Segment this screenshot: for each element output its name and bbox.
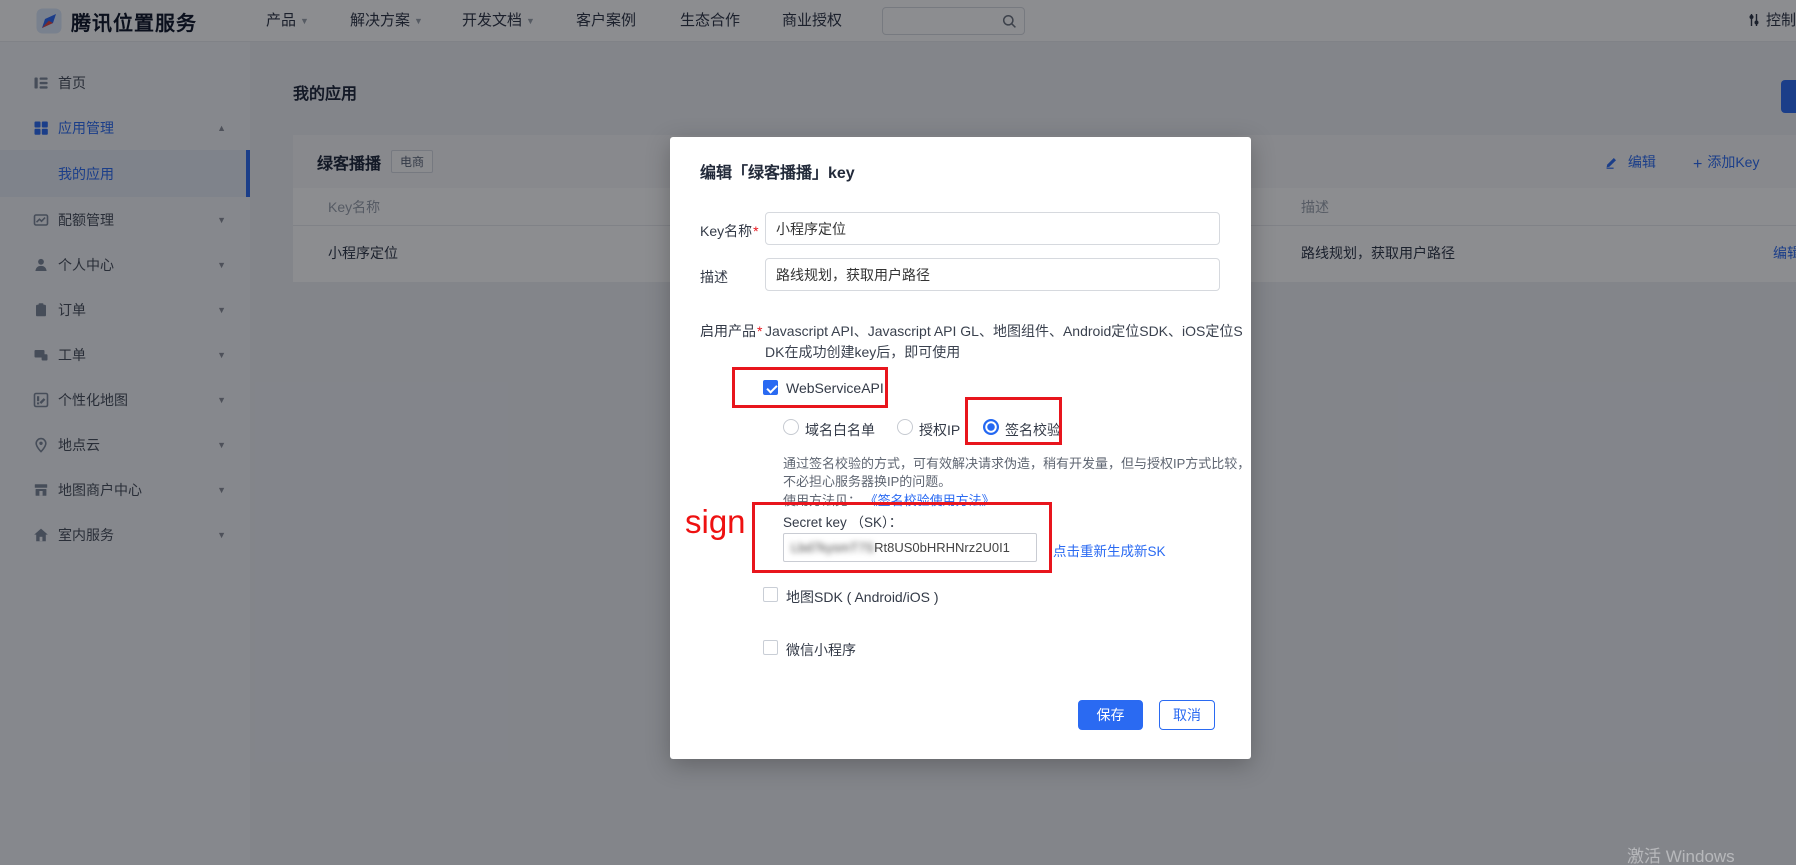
signature-help-line3: 使用方法见： 《签名校验使用方法》 xyxy=(783,490,995,509)
secret-key-input[interactable]: Lbd7kysmT7SRt8US0bHRHNrz2U0I1 xyxy=(783,533,1037,562)
signature-usage-doc-link[interactable]: 《签名校验使用方法》 xyxy=(865,493,995,508)
authorized-ip-radio[interactable] xyxy=(897,419,913,435)
desc-label: 描述 xyxy=(700,267,728,287)
save-button[interactable]: 保存 xyxy=(1078,700,1143,730)
signature-verify-label[interactable]: 签名校验 xyxy=(1005,420,1061,440)
required-asterisk: * xyxy=(757,323,762,339)
annotation-sign-text: sign xyxy=(685,503,746,541)
wechat-miniprogram-label[interactable]: 微信小程序 xyxy=(786,640,856,660)
wechat-miniprogram-checkbox[interactable] xyxy=(763,640,778,655)
cancel-button[interactable]: 取消 xyxy=(1159,700,1215,730)
signature-help-line2: 不必担心服务器换IP的问题。 xyxy=(783,471,951,490)
secret-key-label: Secret key （SK）： xyxy=(783,511,902,531)
domain-whitelist-radio[interactable] xyxy=(783,419,799,435)
domain-whitelist-label[interactable]: 域名白名单 xyxy=(805,420,875,440)
signature-help-line1: 通过签名校验的方式，可有效解决请求伪造，稍有开发量，但与授权IP方式比较， xyxy=(783,453,1250,472)
key-name-label: Key名称* xyxy=(700,221,759,241)
webservice-api-checkbox[interactable] xyxy=(763,380,778,395)
regenerate-sk-link[interactable]: 点击重新生成新SK xyxy=(1053,540,1166,560)
edit-key-modal: 编辑「绿客播播」key Key名称* 描述 启用产品* Javascript A… xyxy=(670,137,1251,759)
required-asterisk: * xyxy=(753,223,758,239)
key-name-input[interactable] xyxy=(765,212,1220,245)
desc-input[interactable] xyxy=(765,258,1220,291)
products-label: 启用产品* xyxy=(700,321,762,341)
modal-title: 编辑「绿客播播」key xyxy=(700,159,855,183)
signature-verify-radio[interactable] xyxy=(983,419,999,435)
products-description: Javascript API、Javascript API GL、地图组件、An… xyxy=(765,321,1243,363)
secret-key-masked-part: Lbd7kysmT7S xyxy=(791,540,874,555)
map-sdk-label[interactable]: 地图SDK ( Android/iOS ) xyxy=(786,587,939,607)
webservice-api-label[interactable]: WebServiceAPI xyxy=(786,380,884,396)
authorized-ip-label[interactable]: 授权IP xyxy=(919,420,960,440)
map-sdk-checkbox[interactable] xyxy=(763,587,778,602)
secret-key-visible-part: Rt8US0bHRHNrz2U0I1 xyxy=(874,540,1010,555)
